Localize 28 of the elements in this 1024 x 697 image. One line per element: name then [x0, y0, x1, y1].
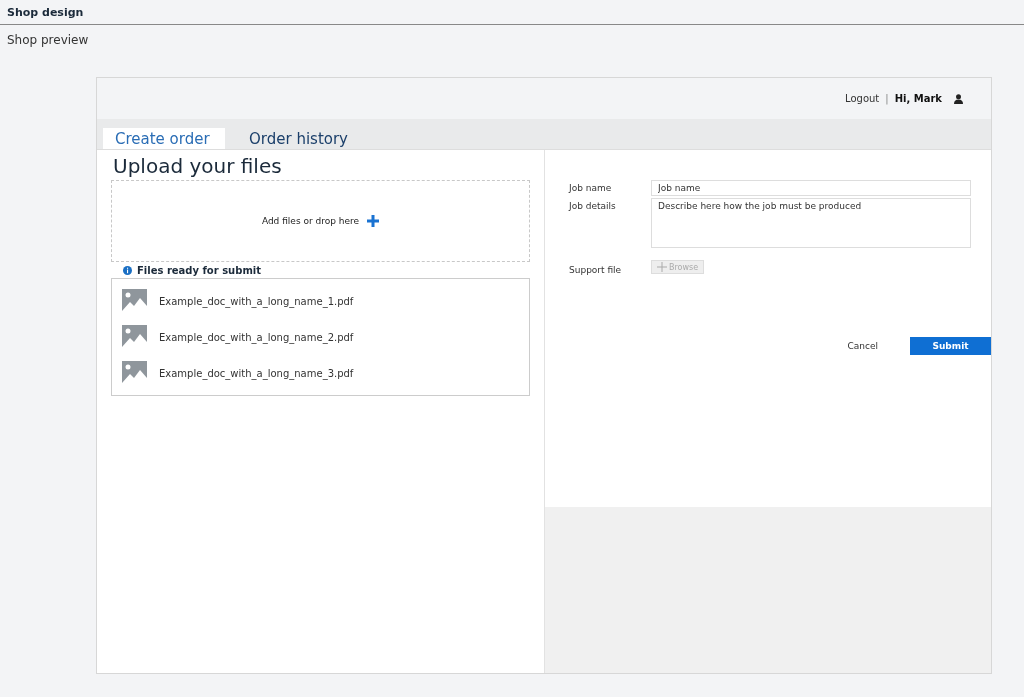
image-icon [122, 324, 147, 350]
job-details-field[interactable]: Describe here how the job must be produced [651, 198, 971, 248]
file-name: Example_doc_with_a_long_name_3.pdf [159, 367, 354, 379]
files-ready-label: Files ready for submit [137, 265, 261, 276]
image-icon [122, 360, 147, 386]
field-label: Support file [569, 264, 623, 275]
user-greeting: Hi, Mark [894, 93, 942, 104]
page-heading: Upload your files [113, 154, 283, 178]
file-name: Example_doc_with_a_long_name_1.pdf [159, 295, 354, 307]
dropzone[interactable]: Add files or drop here [111, 180, 530, 262]
plus-icon [367, 215, 380, 227]
dropzone-label: Add files or drop here [261, 216, 360, 226]
tab[interactable]: Create order [103, 128, 225, 149]
page-subtitle: Shop preview [7, 33, 89, 47]
tab[interactable]: Order history [237, 128, 360, 149]
job-name-field[interactable]: Job name [651, 180, 971, 196]
separator: | [885, 93, 889, 104]
logout-link[interactable]: Logout [845, 93, 880, 104]
image-icon [122, 288, 147, 314]
submit-button[interactable]: Submit [910, 337, 991, 355]
field-label: Job name [569, 182, 613, 195]
page-title: Shop design [7, 5, 84, 19]
file-name: Example_doc_with_a_long_name_2.pdf [159, 331, 354, 343]
info-icon [123, 266, 132, 275]
cancel-button[interactable]: Cancel [841, 340, 884, 352]
field-label: Job details [569, 200, 617, 213]
plus-icon [657, 262, 667, 272]
user-icon [954, 93, 963, 104]
